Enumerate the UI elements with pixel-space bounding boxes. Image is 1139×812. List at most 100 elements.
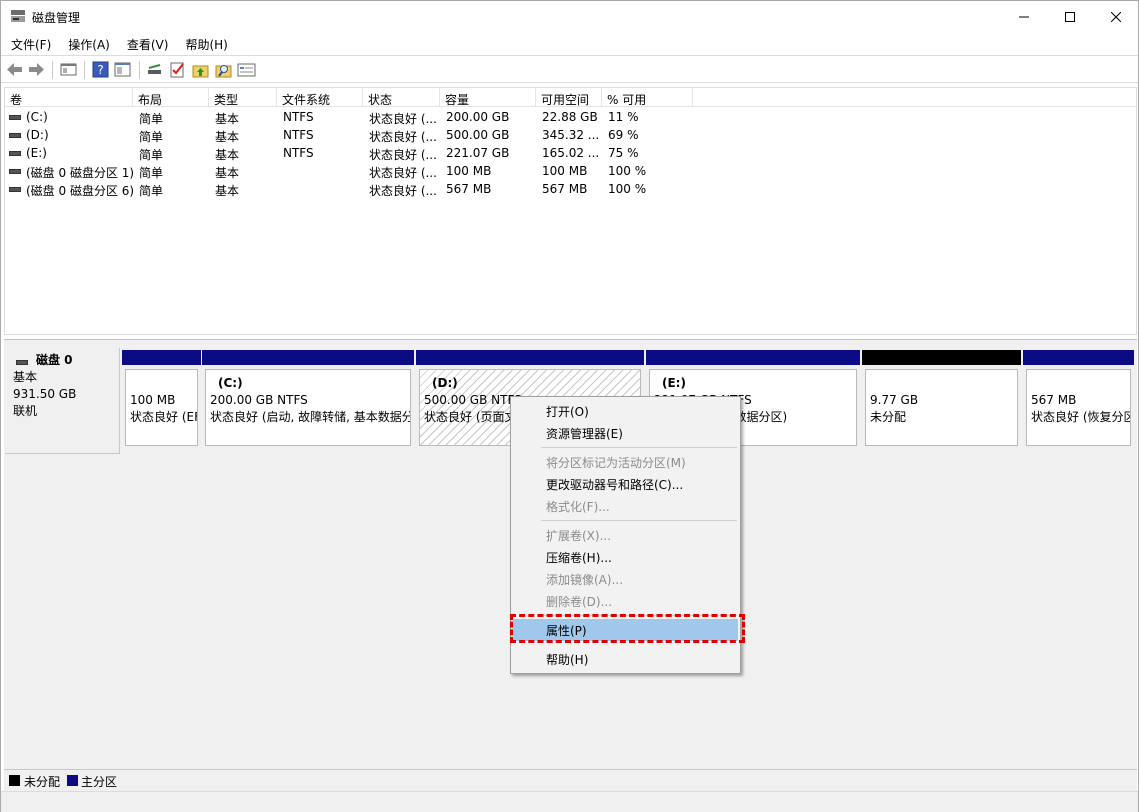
menu-action[interactable]: 操作(A) [58,33,117,55]
menu-file[interactable]: 文件(F) [1,33,58,55]
volume-status: 状态良好 (... [369,184,437,198]
menu-item-change-drive-letter[interactable]: 更改驱动器号和路径(C)... [513,473,738,495]
partition-header [122,350,201,365]
partition-efi[interactable]: 100 MB 状态良好 (EFI 系统分区) [122,350,201,450]
checklist-icon[interactable] [169,61,186,78]
volume-list: 卷 布局 类型 文件系统 状态 容量 可用空间 % 可用 (C:) 简单 基本 … [4,87,1137,335]
volume-layout: 简单 [139,112,164,126]
column-header-capacity[interactable]: 容量 [440,88,536,107]
volume-free-space: 345.32 ... [542,128,600,142]
volume-percent-free: 100 % [608,182,647,196]
column-header-status[interactable]: 状态 [363,88,440,107]
table-row[interactable]: (D:) 简单 基本 NTFS 状态良好 (... 500.00 GB 345.… [5,126,705,144]
volume-layout: 简单 [139,166,164,180]
back-arrow-icon[interactable] [6,61,23,78]
menu-item-explorer[interactable]: 资源管理器(E) [513,422,738,444]
maximize-icon [1065,11,1075,22]
maximize-button[interactable] [1047,1,1093,32]
partition-size: 567 MB [1031,393,1077,407]
volume-type: 基本 [215,130,240,144]
column-header-volume[interactable]: 卷 [5,88,133,107]
menu-item-help[interactable]: 帮助(H) [513,648,738,670]
annotation-highlight-box [510,614,745,643]
volume-capacity: 500.00 GB [446,128,510,142]
partition-body: 567 MB 状态良好 (恢复分区) [1026,369,1131,446]
console-tree-icon[interactable] [60,61,77,78]
title-bar: 磁盘管理 [1,1,1138,32]
volume-percent-free: 11 % [608,110,639,124]
partition-title: (E:) [662,376,686,390]
volume-free-space: 22.88 GB [542,110,598,124]
volume-capacity: 221.07 GB [446,146,510,160]
partition-size: 100 MB [130,393,176,407]
volume-name: (D:) [26,128,49,142]
volume-layout: 简单 [139,148,164,162]
volume-free-space: 165.02 ... [542,146,600,160]
partition-header [416,350,644,365]
table-row[interactable]: (磁盘 0 磁盘分区 1) 简单 基本 状态良好 (... 100 MB 100… [5,162,705,180]
table-row[interactable]: (E:) 简单 基本 NTFS 状态良好 (... 221.07 GB 165.… [5,144,705,162]
partition-size: 9.77 GB [870,393,919,407]
menu-help[interactable]: 帮助(H) [175,33,234,55]
volume-type: 基本 [215,166,240,180]
forward-arrow-icon[interactable] [28,61,45,78]
legend-primary-label: 主分区 [81,775,118,789]
disk-management-icon [11,10,25,22]
legend-unallocated-swatch [9,775,20,786]
svg-text:?: ? [97,63,103,77]
volume-type: 基本 [215,112,240,126]
partition-title: (D:) [432,376,458,390]
partition-recovery[interactable]: 567 MB 状态良好 (恢复分区) [1023,350,1134,450]
menu-view[interactable]: 查看(V) [117,33,176,55]
volume-capacity: 567 MB [446,182,492,196]
legend-unallocated-label: 未分配 [24,775,61,789]
column-header-type[interactable]: 类型 [209,88,277,107]
partition-body: (C:) 200.00 GB NTFS 状态良好 (启动, 故障转储, 基本数据… [205,369,411,446]
minimize-icon [1019,16,1029,17]
volume-filesystem: NTFS [283,146,314,160]
menu-item-format[interactable]: 格式化(F)... [513,495,738,517]
connect-icon[interactable] [146,61,163,78]
menu-bar: 文件(F) 操作(A) 查看(V) 帮助(H) [1,33,1138,55]
menu-item-delete-volume[interactable]: 删除卷(D)... [513,590,738,612]
menu-item-open[interactable]: 打开(O) [513,400,738,422]
search-folder-icon[interactable] [215,61,232,78]
volume-percent-free: 75 % [608,146,639,160]
column-header-percent-free[interactable]: % 可用 [602,88,693,107]
disk-0-label[interactable]: 磁盘 0 基本 931.50 GB 联机 [5,348,120,454]
properties-window-icon[interactable] [237,61,256,78]
toolbar-separator [84,61,85,79]
partition-c[interactable]: (C:) 200.00 GB NTFS 状态良好 (启动, 故障转储, 基本数据… [202,350,414,450]
minimize-button[interactable] [1001,1,1047,32]
volume-capacity: 200.00 GB [446,110,510,124]
volume-free-space: 567 MB [542,182,588,196]
partition-body: 9.77 GB 未分配 [865,369,1018,446]
partition-header [202,350,414,365]
partition-unallocated[interactable]: 9.77 GB 未分配 [862,350,1021,450]
column-header-free-space[interactable]: 可用空间 [536,88,602,107]
help-icon[interactable]: ? [92,61,109,78]
disk-icon [16,360,28,365]
table-row[interactable]: (磁盘 0 磁盘分区 6) 简单 基本 状态良好 (... 567 MB 567… [5,180,705,198]
column-header-layout[interactable]: 布局 [133,88,209,107]
menu-item-shrink-volume[interactable]: 压缩卷(H)... [513,546,738,568]
menu-item-add-mirror[interactable]: 添加镜像(A)... [513,568,738,590]
menu-item-mark-active[interactable]: 将分区标记为活动分区(M) [513,451,738,473]
menu-item-extend-volume[interactable]: 扩展卷(X)... [513,524,738,546]
partition-status: 状态良好 (EFI 系统分区) [130,410,197,424]
status-bar [1,791,1138,812]
volume-status: 状态良好 (... [369,130,437,144]
folder-up-icon[interactable] [192,61,209,78]
toolbar-separator [139,61,140,79]
volume-icon [9,187,21,192]
volume-name: (C:) [26,110,48,124]
close-button[interactable] [1093,1,1139,32]
table-row[interactable]: (C:) 简单 基本 NTFS 状态良好 (... 200.00 GB 22.8… [5,108,705,126]
partition-status: 状态良好 (恢复分区) [1031,410,1131,424]
volume-icon [9,115,21,120]
volume-name: (磁盘 0 磁盘分区 6) [26,184,134,198]
column-header-filesystem[interactable]: 文件系统 [277,88,363,107]
show-hide-icon[interactable] [114,61,131,78]
partition-status: 未分配 [870,410,907,424]
disk-size: 931.50 GB [13,387,77,401]
